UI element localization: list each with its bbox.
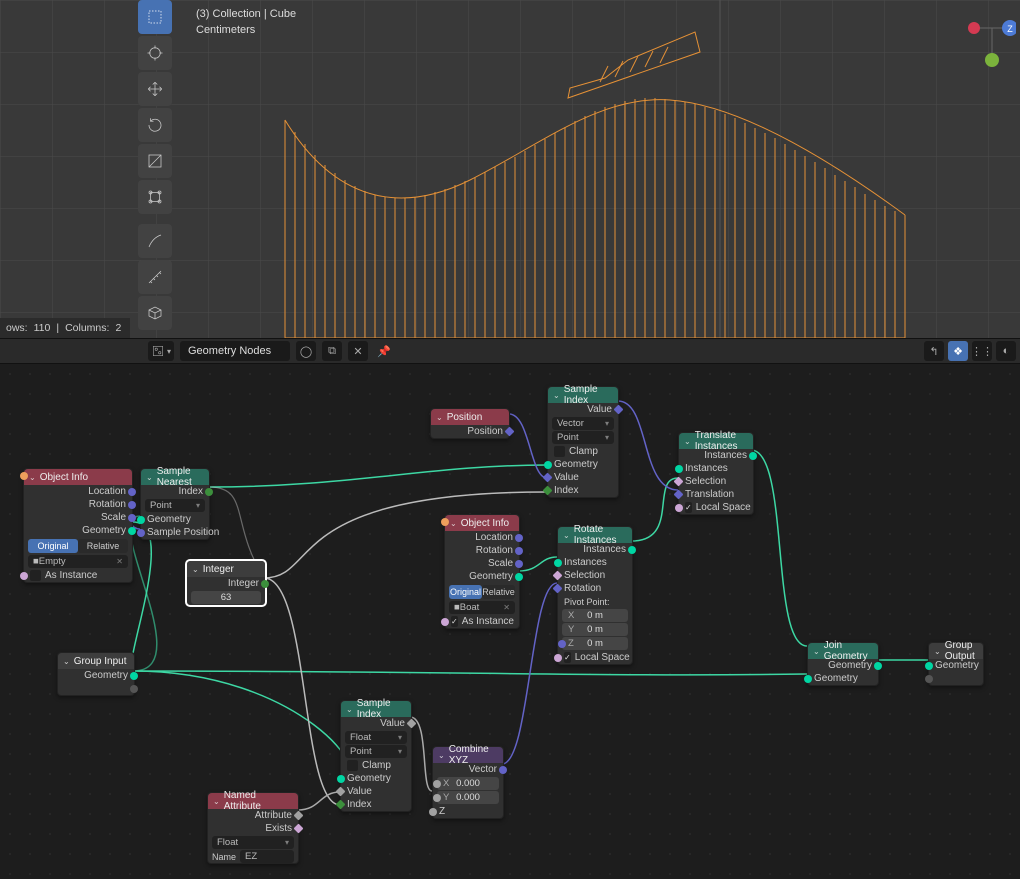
viewport-toolbar [138,0,178,330]
nodegroup-name[interactable]: Geometry Nodes [180,341,290,361]
node-title: Group Input [74,656,127,667]
node-object-info-1[interactable]: ⌄Object Info Location Rotation Scale Geo… [23,468,133,583]
viewport-overlay-text: (3) Collection | Cube Centimeters [196,6,296,38]
cols-value: 2 [115,322,121,334]
node-title: Integer [203,564,234,575]
integer-value[interactable]: 63 [191,591,261,604]
tool-transform[interactable] [138,180,172,214]
tool-rotate[interactable] [138,108,172,142]
tool-measure[interactable] [138,260,172,294]
node-sample-index-2[interactable]: ⌄Sample Index Value Float▾ Point▾ Clamp … [340,700,412,812]
attr-name-input[interactable]: EZ [240,850,294,863]
tool-scale[interactable] [138,144,172,178]
spreadsheet-status: ows: 110 | Columns: 2 [0,318,130,338]
tab-original[interactable]: Original [28,539,78,553]
cols-label: Columns: [65,322,109,334]
node-editor-canvas[interactable]: ⌄Object Info Location Rotation Scale Geo… [0,364,1020,879]
svg-text:Z: Z [1007,24,1013,34]
rows-label: ows: [6,322,28,334]
shield-icon[interactable]: ◯ [296,341,316,361]
domain-dropdown[interactable]: Point▾ [145,499,205,512]
node-editor-header: ▾ Geometry Nodes ◯ ⧉ ✕ 📌 ↰ ❖ ⋮⋮ ◐ [0,338,1020,364]
node-group-input[interactable]: ⌄Group Input Geometry [57,652,135,696]
node-rotate-instances[interactable]: ⌄Rotate Instances Instances Instances Se… [557,526,633,665]
rows-value: 110 [34,322,51,334]
node-object-info-2[interactable]: ⌄Object Info Location Rotation Scale Geo… [444,514,520,629]
object-picker[interactable]: ■ Empty✕ [28,555,128,568]
snap-options[interactable]: ⋮⋮ [972,341,992,361]
node-combine-xyz[interactable]: ⌄Combine XYZ Vector X0.000 Y0.000 Z [432,746,504,819]
node-integer[interactable]: ⌄Integer Integer 63 [186,560,266,606]
pin-icon[interactable]: 📌 [374,341,394,361]
viewport-3d[interactable]: (3) Collection | Cube Centimeters Z [0,0,1020,338]
tool-cursor[interactable] [138,36,172,70]
tool-annotate[interactable] [138,224,172,258]
node-sample-nearest[interactable]: ⌄Sample Nearest Index Point▾ Geometry Sa… [140,468,210,540]
node-group-output[interactable]: ⌄Group Output Geometry [928,642,984,686]
node-title: Object Info [461,518,509,529]
duplicate-icon[interactable]: ⧉ [322,341,342,361]
node-title: Position [447,412,483,423]
type-dropdown[interactable]: Float▾ [212,836,294,849]
overlay-object-path: (3) Collection | Cube [196,6,296,22]
parent-tree-icon[interactable]: ↰ [924,341,944,361]
node-title: Object Info [40,472,88,483]
node-translate-instances[interactable]: ⌄Translate Instances Instances Instances… [678,432,754,515]
editor-type-dropdown[interactable]: ▾ [148,341,174,361]
node-named-attribute[interactable]: ⌄Named Attribute Attribute Exists Float▾… [207,792,299,864]
navigation-gizmo[interactable]: Z [968,4,1016,74]
tool-add-cube[interactable] [138,296,172,330]
overlay-toggle[interactable]: ◐ [996,341,1016,361]
unlink-icon[interactable]: ✕ [348,341,368,361]
overlay-units: Centimeters [196,22,296,38]
node-join-geometry[interactable]: ⌄Join Geometry Geometry Geometry [807,642,879,686]
tool-move[interactable] [138,72,172,106]
snap-toggle[interactable]: ❖ [948,341,968,361]
tool-select-box[interactable] [138,0,172,34]
node-sample-index-1[interactable]: ⌄Sample Index Value Vector▾ Point▾ Clamp… [547,386,619,498]
tab-relative[interactable]: Relative [78,539,128,553]
node-position[interactable]: ⌄Position Position [430,408,510,439]
